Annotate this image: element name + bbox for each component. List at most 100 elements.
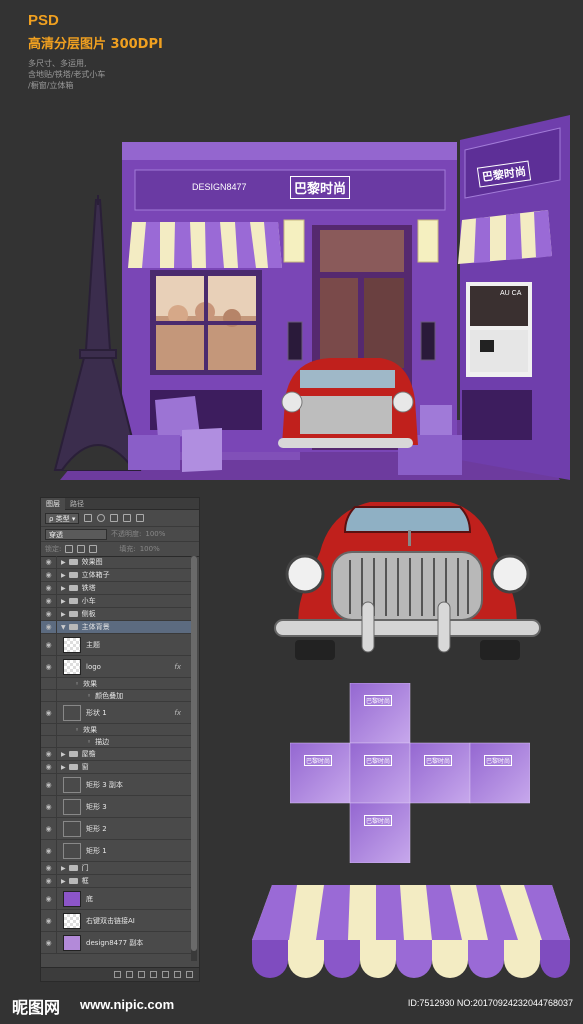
layer-row[interactable]: ◉ ▶ 立体箱子: [41, 569, 191, 582]
blend-mode-select[interactable]: 穿透: [45, 528, 107, 540]
layer-row[interactable]: ◉ 矩形 2: [41, 818, 191, 840]
store-brand-sign: 巴黎时尚: [290, 176, 351, 199]
effect-eye-icon[interactable]: ◦: [75, 680, 79, 688]
expand-arrow-icon[interactable]: ▶: [61, 611, 66, 618]
layer-row[interactable]: ◦ 颜色叠加: [41, 690, 191, 702]
layer-row[interactable]: ◉ ▶ 窗: [41, 761, 191, 774]
layer-row[interactable]: ◉ 矩形 3: [41, 796, 191, 818]
visibility-eye-icon[interactable]: ◉: [41, 634, 57, 655]
layer-row[interactable]: ◉ ▶ 小车: [41, 595, 191, 608]
layer-row[interactable]: ◦ 效果: [41, 678, 191, 690]
expand-arrow-icon[interactable]: ▶: [61, 559, 66, 566]
visibility-eye-icon[interactable]: ◉: [41, 595, 57, 607]
layer-row[interactable]: ◉ logo fx: [41, 656, 191, 678]
visibility-eye-icon[interactable]: ◉: [41, 796, 57, 817]
blend-mode-value: 穿透: [49, 530, 63, 539]
filter-type-select[interactable]: ρ 类型 ▾: [45, 512, 80, 524]
new-layer-icon[interactable]: [174, 971, 181, 978]
visibility-eye-icon[interactable]: ◉: [41, 656, 57, 677]
expand-arrow-icon[interactable]: ▶: [61, 878, 66, 885]
trash-icon[interactable]: [186, 971, 193, 978]
visibility-eye-icon[interactable]: ◉: [41, 875, 57, 887]
effect-eye-icon[interactable]: ◦: [75, 726, 79, 734]
lock-pixels-icon[interactable]: [65, 545, 74, 553]
effect-eye-icon[interactable]: ◦: [87, 738, 91, 746]
layer-row[interactable]: ◉ ▶ 铁塔: [41, 582, 191, 595]
fill-value[interactable]: 100%: [140, 545, 160, 553]
layer-name: 底: [86, 894, 93, 903]
visibility-eye-icon[interactable]: ◉: [41, 608, 57, 620]
visibility-eye-icon[interactable]: [41, 690, 57, 701]
visibility-eye-icon[interactable]: ◉: [41, 761, 57, 773]
box-face-label: 巴黎时尚: [364, 695, 393, 706]
layer-row[interactable]: ◉ 主题: [41, 634, 191, 656]
expand-arrow-icon[interactable]: ▶: [61, 598, 66, 605]
front-bumper: [274, 619, 541, 637]
layer-row[interactable]: ◉ ▶ 效果图: [41, 556, 191, 569]
panel-footer: [41, 967, 199, 981]
fx-badge[interactable]: fx: [174, 709, 181, 717]
smart-filter-icon[interactable]: [136, 514, 145, 522]
folder-icon: [68, 585, 78, 591]
effect-eye-icon[interactable]: ◦: [87, 692, 91, 700]
layer-row[interactable]: ◉ 形状 1 fx: [41, 702, 191, 724]
visibility-eye-icon[interactable]: ◉: [41, 621, 57, 633]
layer-row[interactable]: ◉ ▶ 屋檐: [41, 748, 191, 761]
layer-row[interactable]: ◉ ▶ 框: [41, 875, 191, 888]
expand-arrow-icon[interactable]: ▶: [61, 585, 66, 592]
fx-icon[interactable]: [126, 971, 133, 978]
expand-arrow-icon[interactable]: ▶: [61, 764, 66, 771]
adjustment-icon[interactable]: [150, 971, 157, 978]
new-group-icon[interactable]: [162, 971, 169, 978]
layer-row[interactable]: ◉ 矩形 3 副本: [41, 774, 191, 796]
visibility-eye-icon[interactable]: ◉: [41, 702, 57, 723]
scroll-thumb[interactable]: [191, 556, 197, 951]
visibility-eye-icon[interactable]: ◉: [41, 862, 57, 874]
visibility-eye-icon[interactable]: [41, 736, 57, 747]
visibility-eye-icon[interactable]: [41, 678, 57, 689]
lock-all-icon[interactable]: [89, 545, 98, 553]
layer-row[interactable]: ◉ 右键双击链接AI: [41, 910, 191, 932]
layer-row[interactable]: ◉ ▼ 主体背景: [41, 621, 191, 634]
tab-layers[interactable]: 图层: [41, 497, 65, 510]
expand-arrow-icon[interactable]: ▶: [61, 572, 66, 579]
tab-paths[interactable]: 路径: [65, 499, 89, 509]
layer-row[interactable]: ◉ design8477 副本: [41, 932, 191, 954]
expand-arrow-icon[interactable]: ▶: [61, 865, 66, 872]
layer-row[interactable]: ◦ 效果: [41, 724, 191, 736]
layer-row[interactable]: ◉ 底: [41, 888, 191, 910]
visibility-eye-icon[interactable]: ◉: [41, 748, 57, 760]
box-net-shape: [289, 682, 531, 864]
shape-filter-icon[interactable]: [123, 514, 132, 522]
fx-badge[interactable]: fx: [174, 663, 181, 671]
opacity-value[interactable]: 100%: [145, 530, 165, 538]
layer-name: 门: [81, 864, 89, 872]
layer-row[interactable]: ◉ 矩形 1: [41, 840, 191, 862]
visibility-eye-icon[interactable]: ◉: [41, 888, 57, 909]
visibility-eye-icon[interactable]: ◉: [41, 932, 57, 953]
visibility-eye-icon[interactable]: ◉: [41, 840, 57, 861]
lock-position-icon[interactable]: [77, 545, 86, 553]
visibility-eye-icon[interactable]: ◉: [41, 582, 57, 594]
layer-thumbnail: [63, 776, 81, 793]
visibility-eye-icon[interactable]: ◉: [41, 569, 57, 581]
layer-name: 效果: [83, 679, 98, 688]
layer-row[interactable]: ◉ ▶ 门: [41, 862, 191, 875]
adjust-filter-icon[interactable]: [97, 514, 106, 522]
collapse-arrow-icon[interactable]: ▼: [61, 624, 66, 631]
visibility-eye-icon[interactable]: ◉: [41, 556, 57, 568]
layer-row[interactable]: ◦ 描边: [41, 736, 191, 748]
pixel-filter-icon[interactable]: [84, 514, 93, 522]
layers-scrollbar[interactable]: [191, 556, 197, 961]
type-filter-icon[interactable]: [110, 514, 119, 522]
mask-icon[interactable]: [138, 971, 145, 978]
visibility-eye-icon[interactable]: [41, 724, 57, 735]
layer-row[interactable]: ◉ ▶ 侧板: [41, 608, 191, 621]
link-layers-icon[interactable]: [114, 971, 121, 978]
visibility-eye-icon[interactable]: ◉: [41, 910, 57, 931]
expand-arrow-icon[interactable]: ▶: [61, 751, 66, 758]
psd-title: PSD: [28, 12, 59, 29]
visibility-eye-icon[interactable]: ◉: [41, 774, 57, 795]
storefront-illustration: [53, 115, 570, 480]
visibility-eye-icon[interactable]: ◉: [41, 818, 57, 839]
